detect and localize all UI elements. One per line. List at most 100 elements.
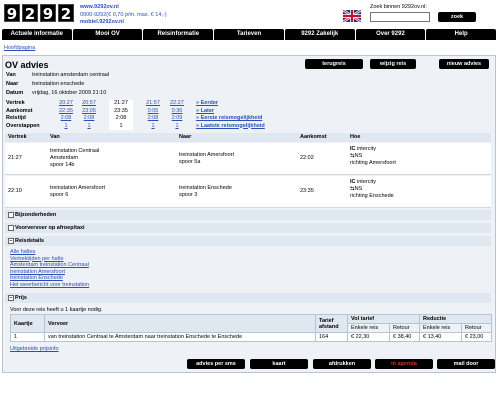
datum-row: Datum vrijdag, 16 oktober 2009 21:10: [6, 90, 106, 96]
datum-label: Datum: [6, 90, 24, 96]
section-label: Reisdetails: [15, 238, 45, 244]
nav-reisinformatie[interactable]: Reisinformatie: [143, 29, 214, 40]
col-tarief-afstand: Tarief afstand: [315, 314, 348, 333]
reisdetails-links: Alle haltes Vertrektijden per halte Amst…: [10, 249, 89, 288]
col-hoe: Hoe: [350, 134, 361, 140]
section-prijs[interactable]: – Prijs: [5, 293, 491, 303]
nav-tarieven[interactable]: Tarieven: [214, 29, 284, 40]
search-input[interactable]: [370, 12, 430, 22]
price-red-retour: € 23,00: [461, 332, 492, 342]
col-kaartje: Kaartje: [10, 314, 45, 333]
collapse-icon[interactable]: –: [8, 238, 14, 244]
prijsinfo-link[interactable]: Uitgebreide prijsinfo: [10, 346, 59, 352]
station-link[interactable]: Amsterdam treinstation Centraal: [10, 262, 89, 269]
laatste-reismogelijkheid-link[interactable]: » Laatste reismogelijkheid: [196, 123, 265, 131]
website-link[interactable]: www.9292ov.nl: [80, 4, 167, 12]
logo-digit: 9: [4, 4, 20, 23]
sub-retour: Retour: [461, 323, 492, 333]
section-bijzonderheden[interactable]: Bijzonderheden: [5, 210, 491, 220]
logo-9292[interactable]: 9 2 9 2: [4, 4, 74, 23]
van-city: Amsterdam: [50, 155, 79, 161]
main-nav: Actuele informatie Mooi OV Reisinformati…: [2, 29, 497, 40]
row-naar: treinstation Amersfoort spoor 5a: [179, 152, 234, 166]
direction: richting Enschede: [350, 193, 394, 199]
reistijd-label: Reistijd: [6, 115, 26, 121]
expand-icon[interactable]: [8, 212, 14, 218]
more-options: » Eerder » Later » Eerste reismogelijkhe…: [196, 100, 265, 130]
col-aankomst: Aankomst: [300, 134, 327, 140]
col-naar: Naar: [179, 134, 192, 140]
option-aankomst[interactable]: 22:35: [56, 108, 76, 116]
eerder-link[interactable]: » Eerder: [196, 100, 265, 108]
option-aankomst[interactable]: 0:36: [167, 108, 187, 116]
nav-mooi-ov[interactable]: Mooi OV: [72, 29, 143, 40]
train-type: intercity: [357, 179, 376, 185]
operator: NS: [354, 186, 363, 192]
header-links: www.9292ov.nl 0900-9292(€ 0,70 p/m. max.…: [80, 4, 167, 27]
option-overstappen: 1: [119, 122, 123, 129]
section-reisdetails[interactable]: – Reisdetails: [5, 236, 491, 246]
expand-icon[interactable]: [8, 225, 14, 231]
option-reistijd: 2:08: [60, 115, 72, 121]
time-option[interactable]: 20:57 23:05 2:08 1: [79, 100, 99, 130]
time-option[interactable]: 21:57 0:05 2:08 1: [143, 100, 163, 130]
option-vertrek[interactable]: 21:57: [143, 100, 163, 108]
time-option[interactable]: 20:27 22:35 2:08 1: [56, 100, 76, 130]
time-option-selected[interactable]: 21:27 23:35 2:08 1: [109, 100, 133, 130]
eerste-reismogelijkheid-link[interactable]: » Eerste reismogelijkheid: [196, 115, 265, 123]
row-vertrek: 22:10: [8, 188, 22, 194]
van-stop: treinstation Centraal: [50, 148, 100, 154]
uk-flag-icon[interactable]: [343, 10, 361, 22]
advies-per-sms-button[interactable]: advies per sms: [187, 359, 245, 369]
breadcrumb[interactable]: Hoofdpagina: [4, 45, 35, 51]
row-van: treinstation Centraal Amsterdam spoor 14…: [50, 148, 99, 169]
naar-stop: treinstation Amersfoort: [179, 152, 235, 158]
wijzig-reis-button[interactable]: wijzig reis: [370, 59, 416, 69]
price-vervoer: van treinstation Centraal te Amsterdam n…: [44, 332, 316, 342]
nieuw-advies-button[interactable]: nieuw advies: [439, 59, 489, 69]
price-header-row: Kaartje Vervoer Tarief afstand Vol tarie…: [10, 314, 492, 333]
times-labels: Vertrek Aankomst Reistijd Overstappen: [6, 100, 40, 130]
option-reistijd: 2:09: [171, 115, 183, 121]
row-hoe: IC intercity ⇆NS richting Enschede: [350, 179, 394, 200]
option-aankomst[interactable]: 23:05: [79, 108, 99, 116]
mail-door-button[interactable]: mail door: [437, 359, 495, 369]
col-vertrek: Vertrek: [8, 134, 27, 140]
nav-actuele-informatie[interactable]: Actuele informatie: [2, 29, 72, 40]
later-link[interactable]: » Later: [196, 108, 265, 116]
page-title: OV advies: [5, 60, 49, 70]
naar-platform: spoor 3: [179, 192, 198, 198]
section-voorvervoer[interactable]: Voorvervoer op afroep/taxi: [5, 223, 491, 233]
vertrek-label: Vertrek: [6, 100, 25, 106]
operator: NS: [354, 153, 363, 159]
search-button[interactable]: zoek: [438, 12, 476, 22]
price-vol-enkel: € 22,30: [347, 332, 390, 342]
kaart-button[interactable]: kaart: [250, 359, 308, 369]
route-table-header: Vertrek Van Naar Aankomst Hoe: [5, 133, 491, 142]
in-agenda-button[interactable]: in agenda: [375, 359, 433, 369]
option-aankomst: 23:35: [114, 107, 128, 114]
nav-over-9292[interactable]: Over 9292: [355, 29, 426, 40]
phone-link[interactable]: 0900-9292(€ 0,70 p/m. max. € 14,-): [80, 12, 167, 20]
nav-help[interactable]: Help: [426, 29, 497, 40]
mobile-link[interactable]: mobiel.9292ov.nl: [80, 19, 167, 27]
option-vertrek[interactable]: 20:57: [79, 100, 99, 108]
nav-9292-zakelijk[interactable]: 9292 Zakelijk: [284, 29, 355, 40]
van-platform: spoor 14b: [50, 162, 75, 168]
van-stop: treinstation Amersfoort: [50, 185, 106, 191]
price-row: 1 van treinstation Centraal te Amsterdam…: [10, 332, 492, 342]
option-vertrek[interactable]: 20:27: [56, 100, 76, 108]
overstappen-label: Overstappen: [6, 122, 40, 129]
afdrukken-button[interactable]: afdrukken: [313, 359, 371, 369]
collapse-icon[interactable]: –: [8, 295, 14, 301]
weerbericht-link[interactable]: Het weerbericht voor treinstation: [10, 282, 89, 289]
row-van: treinstation Amersfoort spoor 6: [50, 185, 105, 199]
option-overstappen: 1: [64, 122, 68, 129]
terugreis-button[interactable]: terugreis: [305, 59, 363, 69]
option-reistijd: 2:08: [115, 115, 127, 121]
option-aankomst[interactable]: 0:05: [143, 108, 163, 116]
time-option[interactable]: 22:27 0:36 2:09 1: [167, 100, 187, 130]
route-row: 22:10 treinstation Amersfoort spoor 6 tr…: [5, 176, 491, 208]
naar-platform: spoor 5a: [179, 159, 201, 165]
option-vertrek[interactable]: 22:27: [167, 100, 187, 108]
